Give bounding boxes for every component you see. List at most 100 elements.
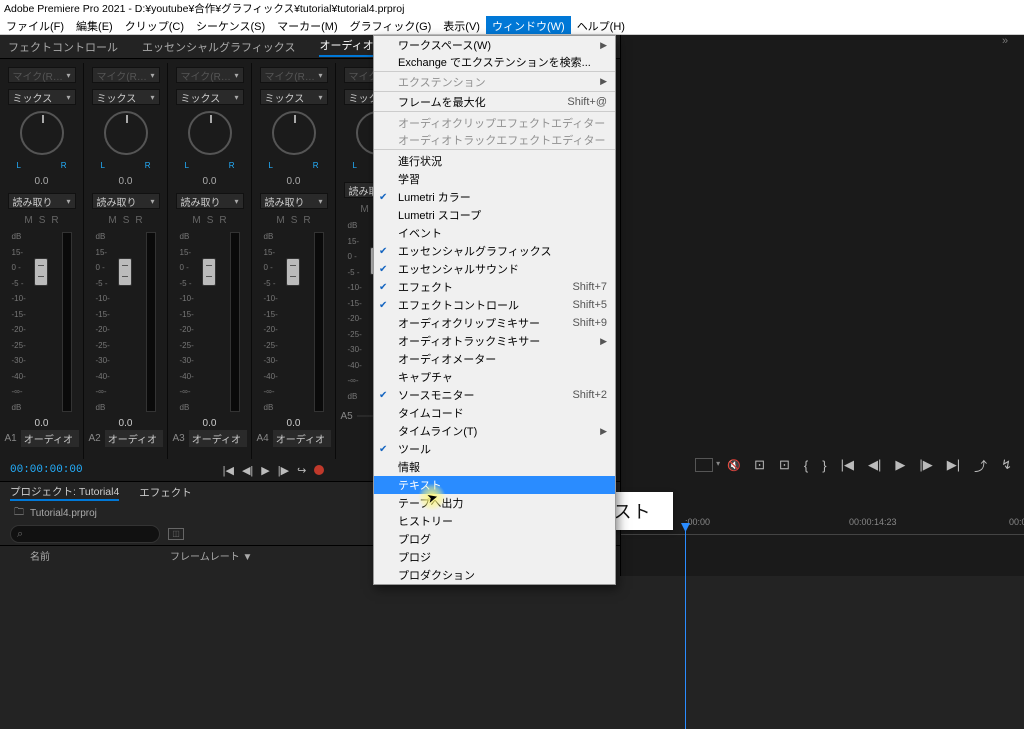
- pan-knob[interactable]: [20, 111, 64, 155]
- menu-dropdown-item[interactable]: Lumetri スコープ: [374, 206, 615, 224]
- column-header[interactable]: 名前: [30, 548, 50, 563]
- pan-knob[interactable]: [188, 111, 232, 155]
- fader-handle[interactable]: [118, 258, 132, 286]
- project-tab[interactable]: エフェクト: [139, 485, 192, 500]
- menu-dropdown-item[interactable]: キャプチャ: [374, 368, 615, 386]
- fader-handle[interactable]: [286, 258, 300, 286]
- menu-item[interactable]: シーケンス(S): [190, 16, 271, 34]
- transport-button[interactable]: ↪: [297, 464, 306, 477]
- menu-item[interactable]: ウィンドウ(W): [486, 16, 571, 34]
- viewer-transport-button[interactable]: |◀: [841, 457, 854, 473]
- viewer-transport-button[interactable]: ↯: [1001, 457, 1012, 473]
- panel-tab[interactable]: フェクトコントロール: [8, 39, 118, 55]
- menu-dropdown-item[interactable]: プログ: [374, 530, 615, 548]
- timeline-ruler[interactable]: :00:0000:00:14:2300:00:29:: [621, 515, 1024, 545]
- fader[interactable]: dB15-0 --5 --10--15--20--25--30--40--∞-d…: [12, 232, 72, 412]
- menu-dropdown-item[interactable]: イベント: [374, 224, 615, 242]
- panel-menu-icon[interactable]: »: [1002, 35, 1018, 46]
- new-bin-icon[interactable]: ◫: [168, 528, 184, 540]
- menu-item[interactable]: クリップ(C): [119, 16, 190, 34]
- viewer-transport-button[interactable]: ◀|: [868, 457, 881, 473]
- track-name[interactable]: オーディオ: [189, 430, 247, 447]
- automation-mode[interactable]: 読み取り▾: [176, 193, 244, 209]
- viewer-transport-button[interactable]: ⤴: [974, 456, 987, 475]
- viewer-transport-button[interactable]: ▶|: [947, 457, 960, 473]
- menu-dropdown-item[interactable]: プロジ: [374, 548, 615, 566]
- transport-button[interactable]: |◀: [223, 464, 234, 477]
- menu-dropdown-item[interactable]: ✔エッセンシャルグラフィックス: [374, 242, 615, 260]
- mute-icon[interactable]: 🔇: [727, 459, 740, 472]
- track-input[interactable]: マイク(R…▾: [92, 67, 160, 83]
- output-assign[interactable]: ミックス▾: [8, 89, 76, 105]
- viewer-transport-button[interactable]: ⊡: [779, 457, 790, 473]
- menu-item[interactable]: ファイル(F): [0, 16, 70, 34]
- menu-dropdown-item[interactable]: プロダクション: [374, 566, 615, 584]
- menu-dropdown-item[interactable]: ✔ソースモニターShift+2: [374, 386, 615, 404]
- msr-buttons[interactable]: MSR: [192, 215, 226, 226]
- track-name[interactable]: オーディオ: [105, 430, 163, 447]
- menu-dropdown-item[interactable]: ✔エッセンシャルサウンド: [374, 260, 615, 278]
- column-header[interactable]: フレームレート ▼: [170, 548, 252, 563]
- automation-mode[interactable]: 読み取り▾: [260, 193, 328, 209]
- playhead[interactable]: [685, 529, 686, 729]
- menu-dropdown-item[interactable]: ✔エフェクトShift+7: [374, 278, 615, 296]
- viewer-transport-button[interactable]: ▶: [895, 457, 905, 473]
- menu-dropdown-item[interactable]: エクステンション▶: [374, 74, 615, 92]
- menu-dropdown-item[interactable]: オーディオトラックエフェクトエディター: [374, 132, 615, 150]
- track-input[interactable]: マイク(R…▾: [176, 67, 244, 83]
- resolution-dropdown[interactable]: [695, 458, 713, 472]
- track-name[interactable]: オーディオ: [21, 430, 79, 447]
- menu-dropdown-item[interactable]: タイムコード: [374, 404, 615, 422]
- menu-dropdown-item[interactable]: ✔ツール: [374, 440, 615, 458]
- menu-item[interactable]: ヘルプ(H): [571, 16, 631, 34]
- fader[interactable]: dB15-0 --5 --10--15--20--25--30--40--∞-d…: [264, 232, 324, 412]
- search-input[interactable]: ⌕: [10, 525, 160, 543]
- output-assign[interactable]: ミックス▾: [176, 89, 244, 105]
- fader-handle[interactable]: [202, 258, 216, 286]
- menu-dropdown-item[interactable]: ✔エフェクトコントロールShift+5: [374, 296, 615, 314]
- automation-mode[interactable]: 読み取り▾: [8, 193, 76, 209]
- menu-item[interactable]: 編集(E): [70, 16, 119, 34]
- transport-button[interactable]: |▶: [278, 464, 289, 477]
- menu-item[interactable]: グラフィック(G): [344, 16, 438, 34]
- viewer-transport-button[interactable]: {: [804, 458, 808, 473]
- output-assign[interactable]: ミックス▾: [260, 89, 328, 105]
- menu-dropdown-item[interactable]: オーディオクリップエフェクトエディター: [374, 114, 615, 132]
- menu-dropdown-item[interactable]: ヒストリー: [374, 512, 615, 530]
- menu-dropdown-item[interactable]: タイムライン(T)▶: [374, 422, 615, 440]
- msr-buttons[interactable]: MSR: [108, 215, 142, 226]
- viewer-transport-button[interactable]: |▶: [919, 457, 932, 473]
- track-name[interactable]: オーディオ: [273, 430, 331, 447]
- menu-dropdown-item[interactable]: テープへ出力: [374, 494, 615, 512]
- viewer-transport-button[interactable]: }: [822, 458, 826, 473]
- transport-button[interactable]: ▶: [261, 464, 269, 477]
- transport-button[interactable]: ◀|: [242, 464, 253, 477]
- automation-mode[interactable]: 読み取り▾: [92, 193, 160, 209]
- menu-dropdown-item[interactable]: 情報: [374, 458, 615, 476]
- record-button[interactable]: [314, 465, 324, 475]
- menu-dropdown-item[interactable]: ✔Lumetri カラー: [374, 188, 615, 206]
- viewer-transport-button[interactable]: ⊡: [754, 457, 765, 473]
- project-tab[interactable]: プロジェクト: Tutorial4: [10, 484, 119, 501]
- msr-buttons[interactable]: MSR: [276, 215, 310, 226]
- menu-item[interactable]: 表示(V): [437, 16, 486, 34]
- pan-knob[interactable]: [104, 111, 148, 155]
- panel-tab[interactable]: エッセンシャルグラフィックス: [142, 39, 295, 55]
- menu-dropdown-item[interactable]: オーディオクリップミキサーShift+9: [374, 314, 615, 332]
- fader[interactable]: dB15-0 --5 --10--15--20--25--30--40--∞-d…: [180, 232, 240, 412]
- menu-dropdown-item[interactable]: オーディオトラックミキサー▶: [374, 332, 615, 350]
- menu-dropdown-item[interactable]: 学習: [374, 170, 615, 188]
- menu-dropdown-item[interactable]: ワークスペース(W)▶: [374, 36, 615, 54]
- menu-dropdown-item[interactable]: オーディオメーター: [374, 350, 615, 368]
- menu-dropdown-item[interactable]: フレームを最大化Shift+@: [374, 94, 615, 112]
- menu-dropdown-item[interactable]: 進行状況: [374, 152, 615, 170]
- project-bin-name[interactable]: Tutorial4.prproj: [30, 508, 97, 519]
- track-input[interactable]: マイク(R…▾: [8, 67, 76, 83]
- output-assign[interactable]: ミックス▾: [92, 89, 160, 105]
- pan-knob[interactable]: [272, 111, 316, 155]
- msr-buttons[interactable]: MSR: [24, 215, 58, 226]
- menu-item[interactable]: マーカー(M): [271, 16, 344, 34]
- menu-dropdown-item[interactable]: テキスト: [374, 476, 615, 494]
- track-input[interactable]: マイク(R…▾: [260, 67, 328, 83]
- fader-handle[interactable]: [34, 258, 48, 286]
